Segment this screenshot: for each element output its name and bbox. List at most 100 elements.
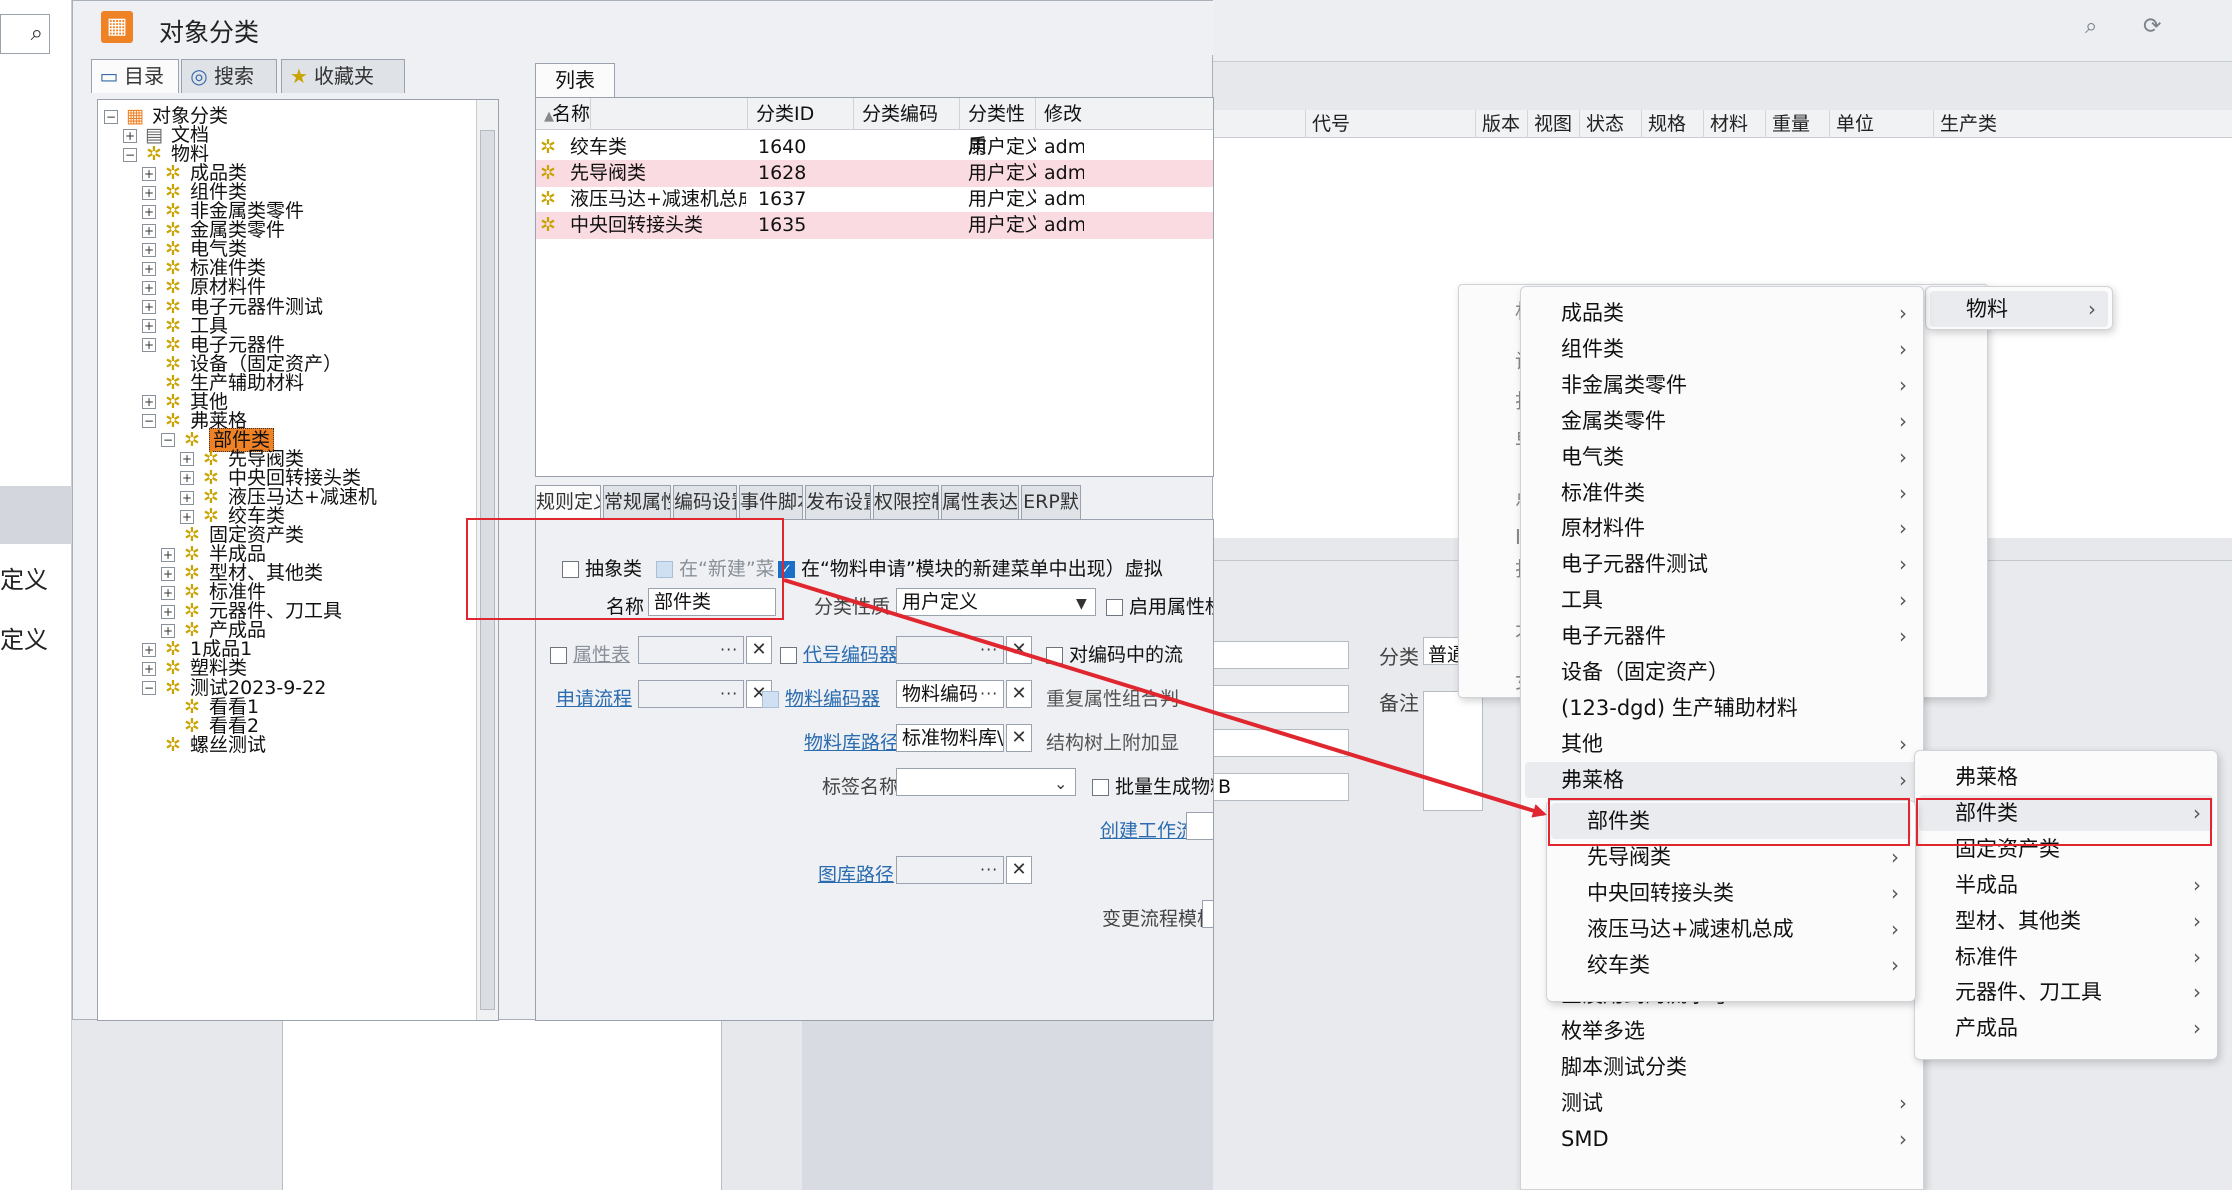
expand-icon[interactable]: +: [142, 223, 156, 238]
col-header-id[interactable]: 分类ID: [748, 98, 854, 130]
mat-lib-path-link[interactable]: 物料库路径: [804, 728, 899, 755]
tag-name-select[interactable]: [896, 768, 1076, 796]
menu-item[interactable]: 其他 ›: [1525, 726, 1919, 762]
collapse-icon[interactable]: −: [142, 414, 156, 429]
menu-item-material[interactable]: 物料 ›: [1930, 291, 2108, 327]
expand-icon[interactable]: +: [161, 623, 175, 638]
menu-item[interactable]: 设备（固定资产）: [1525, 654, 1919, 690]
menu-item[interactable]: 原材料件 ›: [1525, 510, 1919, 546]
menu-item[interactable]: 液压马达+减速机总成 ›: [1551, 911, 1911, 947]
code-flow-checkbox[interactable]: [1046, 647, 1063, 664]
menu-item[interactable]: 半成品 ›: [1919, 867, 2213, 903]
code-encoder-checkbox-group[interactable]: 代号编码器: [780, 640, 898, 667]
batch-checkbox-group[interactable]: 批量生成物料: [1092, 772, 1213, 799]
expand-icon[interactable]: +: [142, 642, 156, 657]
tab-rule-5[interactable]: 权限控制: [873, 485, 939, 519]
col-header-code[interactable]: 分类编码: [854, 98, 960, 130]
expand-icon[interactable]: +: [142, 242, 156, 257]
bg-search-field[interactable]: ⌕: [0, 14, 50, 54]
expand-icon[interactable]: +: [161, 604, 175, 619]
tab-rule-7[interactable]: ERP默: [1021, 485, 1081, 519]
list-row[interactable]: ✲ 中央回转接头类 1635 用户定义 adm: [536, 212, 1213, 239]
tree-node[interactable]: ✲ 螺丝测试: [142, 733, 266, 758]
expand-icon[interactable]: +: [123, 128, 137, 143]
search-icon[interactable]: ⌕: [31, 21, 43, 46]
menu-item[interactable]: 标准件 ›: [1919, 939, 2213, 975]
category-tree[interactable]: − ▦ 对象分类 + ▤ 文档 − ✲ 物料 + ✲ 成品类 + ✲ 组件类 + ✲ 非金属类零件 + ✲ 金属类零件 +…: [97, 99, 499, 1021]
expand-icon[interactable]: +: [161, 585, 175, 600]
menu-item[interactable]: 枚举多选: [1525, 1013, 1919, 1049]
menu-item[interactable]: 弗莱格: [1919, 759, 2213, 795]
list-row[interactable]: ✲ 先导阀类 1628 用户定义 adm: [536, 160, 1213, 187]
create-workflow-link[interactable]: 创建工作流: [1100, 816, 1195, 843]
menu-item[interactable]: 标准件类 ›: [1525, 475, 1919, 511]
clear-icon[interactable]: ✕: [1006, 856, 1032, 884]
browse-button[interactable]: ···: [720, 684, 738, 703]
tab-rule-3[interactable]: 事件脚本: [739, 485, 803, 519]
tab-list[interactable]: 列表: [535, 63, 615, 97]
menu-item[interactable]: 产成品 ›: [1919, 1010, 2213, 1046]
chevron-down-icon[interactable]: ▼: [1076, 596, 1087, 612]
menu-item[interactable]: 电子元器件 ›: [1525, 618, 1919, 654]
menu-item[interactable]: 型材、其他类 ›: [1919, 903, 2213, 939]
expand-icon[interactable]: +: [180, 471, 194, 486]
chevron-down-icon[interactable]: ⌄: [1054, 774, 1067, 793]
expand-icon[interactable]: +: [180, 509, 194, 524]
workflow-field[interactable]: [1186, 812, 1213, 840]
clear-icon[interactable]: ✕: [1006, 724, 1032, 752]
bg-remark-field[interactable]: [1423, 691, 1483, 811]
expand-icon[interactable]: +: [142, 338, 156, 353]
bg-col-header[interactable]: 单位: [1829, 110, 1933, 138]
menu-item[interactable]: 测试 ›: [1525, 1085, 1919, 1121]
batch-checkbox[interactable]: [1092, 779, 1109, 796]
bg-field[interactable]: [1213, 729, 1349, 757]
expand-icon[interactable]: +: [142, 280, 156, 295]
bg-col-header[interactable]: 重量: [1765, 110, 1829, 138]
expand-icon[interactable]: +: [142, 319, 156, 334]
apply-flow-link[interactable]: 申请流程: [556, 684, 632, 711]
menu-item[interactable]: 绞车类 ›: [1551, 947, 1911, 983]
col-header-name[interactable]: 名称 ▲: [536, 98, 748, 130]
menu-item[interactable]: 工具 ›: [1525, 582, 1919, 618]
browse-button[interactable]: ···: [980, 860, 998, 879]
expand-icon[interactable]: +: [180, 490, 194, 505]
menu-item[interactable]: SMD ›: [1525, 1121, 1919, 1157]
menu-item[interactable]: 非金属类零件 ›: [1525, 367, 1919, 403]
bg-col-header[interactable]: 版本: [1475, 110, 1527, 138]
clear-icon[interactable]: ✕: [746, 636, 772, 664]
tab-rule-6[interactable]: 属性表达式: [941, 485, 1019, 519]
mat-encoder-checkbox[interactable]: [762, 691, 779, 708]
expand-icon[interactable]: +: [142, 261, 156, 276]
expand-icon[interactable]: +: [142, 661, 156, 676]
expand-icon[interactable]: +: [142, 300, 156, 314]
expand-icon[interactable]: +: [142, 204, 156, 219]
collapse-icon[interactable]: −: [161, 433, 175, 448]
collapse-icon[interactable]: −: [104, 109, 118, 124]
col-header-modified[interactable]: 修改: [1036, 98, 1213, 130]
tab-rule-1[interactable]: 常规属性: [603, 485, 671, 519]
list-row[interactable]: ✲ 绞车类 1640 用户定义 adm: [536, 134, 1213, 161]
browse-button[interactable]: ···: [720, 640, 738, 659]
menu-item[interactable]: 元器件、刀工具 ›: [1919, 974, 2213, 1010]
menu-item[interactable]: 弗莱格 ›: [1525, 761, 1919, 798]
browse-button[interactable]: ···: [980, 640, 998, 659]
change-flow-field[interactable]: [1202, 900, 1213, 928]
nature-select[interactable]: 用户定义: [896, 588, 1096, 616]
expand-icon[interactable]: +: [142, 166, 156, 181]
expand-icon[interactable]: +: [180, 452, 194, 467]
bg-col-header[interactable]: 代号: [1305, 110, 1475, 138]
code-encoder-checkbox[interactable]: [780, 647, 797, 664]
browse-button[interactable]: ···: [980, 684, 998, 703]
collapse-icon[interactable]: −: [123, 147, 137, 162]
menu-item[interactable]: 组件类 ›: [1525, 331, 1919, 367]
bg-col-header[interactable]: 视图: [1527, 110, 1579, 138]
search-icon[interactable]: ⌕: [2085, 14, 2097, 39]
bg-field[interactable]: [1213, 685, 1349, 713]
tab-rule-4[interactable]: 发布设置: [805, 485, 871, 519]
menu-item[interactable]: 电子元器件测试 ›: [1525, 546, 1919, 582]
collapse-icon[interactable]: −: [142, 681, 156, 695]
tab-directory[interactable]: ▭ 目录: [91, 59, 179, 93]
expand-icon[interactable]: +: [142, 185, 156, 200]
menu-item[interactable]: 电气类 ›: [1525, 439, 1919, 475]
list-row[interactable]: ✲ 液压马达+减速机总成 1637 用户定义 adm: [536, 186, 1213, 213]
